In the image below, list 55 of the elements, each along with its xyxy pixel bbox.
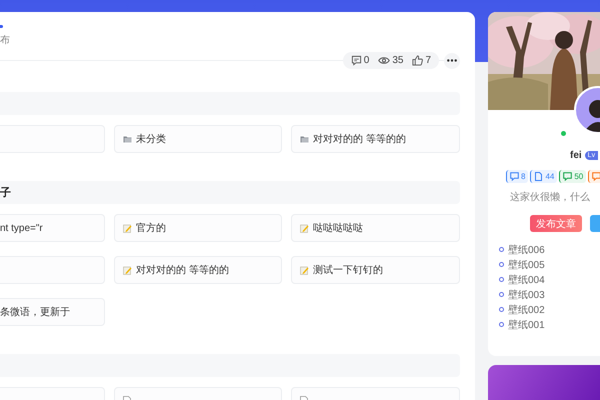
recent-post-link[interactable]: 壁纸004	[508, 272, 545, 286]
recent-post-link[interactable]: 壁纸001	[508, 318, 545, 332]
user-name: fei	[570, 150, 582, 161]
folder-icon	[123, 135, 132, 143]
recent-post-link[interactable]: 壁纸005	[508, 258, 545, 272]
more-button[interactable]	[444, 52, 460, 68]
chat-icon	[563, 172, 572, 181]
card-label: 对对对的的 等等的的	[313, 132, 406, 146]
count-chip[interactable]: 50	[559, 170, 586, 183]
note-icon	[123, 224, 132, 232]
post-date: 布	[0, 35, 10, 46]
stat-count: 0	[364, 55, 370, 66]
recent-post-link[interactable]: 壁纸003	[508, 288, 545, 302]
card-label: 测试一下钉钉的	[313, 264, 383, 277]
bullet-icon	[499, 307, 504, 312]
bullet-icon	[499, 277, 504, 282]
post-card[interactable]: nt type="r	[0, 214, 105, 242]
category-card[interactable]: 未分类	[114, 125, 282, 153]
section-title: 子	[0, 186, 11, 200]
card-label: 官方的	[136, 222, 166, 235]
chat-icon	[510, 172, 519, 181]
card-label: 哒哒哒哒哒	[313, 222, 363, 235]
comment-icon	[350, 55, 362, 66]
post-card[interactable]: 测试一下钉钉的	[291, 256, 460, 284]
user-bio: 这家伙很懒，什么	[509, 192, 591, 203]
eye-icon	[378, 56, 390, 65]
recent-post-link[interactable]: 壁纸002	[508, 302, 545, 316]
note-icon	[300, 266, 309, 274]
document-icon	[534, 172, 544, 181]
post-card[interactable]: 哒哒哒哒哒	[291, 214, 460, 242]
recent-post-link[interactable]: 壁纸006	[508, 242, 545, 256]
count-chip[interactable]: 44	[530, 170, 558, 183]
bullet-icon	[499, 262, 504, 267]
note-icon	[123, 266, 132, 274]
card-label: nt type="r	[0, 222, 43, 234]
note-icon	[300, 224, 309, 232]
bullet-icon	[499, 247, 504, 252]
card-label: 对对对的的 等等的的	[136, 264, 229, 277]
category-card[interactable]: 对对对的的 等等的的	[291, 125, 460, 153]
bullet-icon	[499, 322, 504, 327]
post-card[interactable]: 官方的	[114, 214, 282, 242]
stat-count: 35	[392, 55, 404, 66]
thumbs-up-icon	[412, 55, 424, 66]
count-chip[interactable]: 8	[506, 170, 528, 183]
stat-count: 7	[425, 55, 431, 66]
publish-button[interactable]: 发布文章	[530, 215, 582, 232]
folder-icon	[300, 135, 309, 143]
chat-icon	[592, 172, 600, 181]
post-card[interactable]: 对对对的的 等等的的	[114, 256, 282, 284]
count-chip[interactable]	[588, 170, 600, 183]
card-label: 条微语，更新于	[0, 306, 70, 319]
post-card[interactable]: 条微语，更新于	[0, 298, 105, 326]
more-icon	[447, 59, 457, 62]
card-label: 未分类	[136, 132, 166, 146]
bullet-icon	[499, 292, 504, 297]
